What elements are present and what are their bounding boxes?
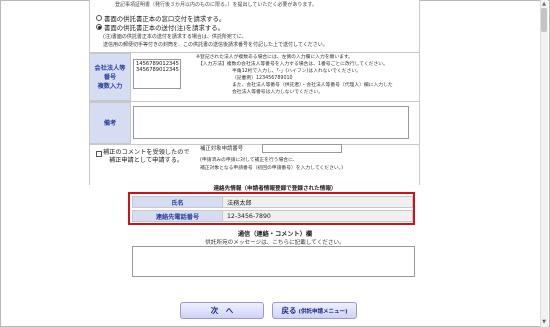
corp-hint-6: 会社法人等番号は入力しないでください。 [232, 90, 323, 95]
divider [89, 52, 420, 53]
corp-number-value: 3456789012345 [136, 67, 179, 73]
correction-hint-1: (申請済みの申請に対して補正を行う場合に、 [200, 158, 298, 163]
next-button[interactable]: 次 へ [180, 302, 264, 319]
back-button-sublabel: (供託申請メニュー) [298, 308, 348, 315]
contact-phone-label: 連絡先電話番号 [132, 210, 223, 222]
contact-info-highlight: 氏名 法務太郎 連絡先電話番号 12-3456-7890 [128, 192, 415, 225]
corp-number-label-2: 番号 [103, 73, 117, 81]
scrollbar-thumb[interactable] [541, 8, 547, 32]
remarks-textarea[interactable] [133, 106, 409, 139]
communication-textarea[interactable] [132, 246, 415, 277]
communication-title: 通信（連絡・コメント）欄 [237, 231, 313, 238]
correction-hint-2: 補正対象となる申請番号（初回の申請番号）を入力してください。) [200, 166, 343, 171]
correction-number-input[interactable] [262, 144, 342, 153]
corp-number-textarea[interactable]: 1456789012345 3456789012345 [133, 59, 181, 89]
contact-name-value: 法務太郎 [223, 196, 413, 208]
corp-hint-3: 半角12桁で入力し、「-」(ハイフン)は入れないでください。 [232, 69, 361, 74]
radio-mail-label: 書面の供託書正本の送付(注)を請求する。 [104, 23, 225, 32]
corp-number-label: 会社法人等 番号 複数入力 [89, 53, 131, 101]
delivery-note-1: (注)書面の供託書正本の送付を請求する場合は、供託所宛てに、 [103, 34, 247, 40]
correction-label-1: 補正のコメントを受領したので [103, 149, 190, 156]
radio-window-label: 書面の供託書正本の窓口交付を請求する。 [104, 14, 226, 23]
back-button-label: 戻る [281, 306, 297, 315]
divider [89, 101, 420, 102]
correction-checkbox[interactable] [96, 151, 102, 157]
divider [89, 144, 420, 145]
radio-button[interactable] [96, 15, 102, 21]
contact-name-row: 氏名 法務太郎 [132, 196, 413, 208]
back-button[interactable]: 戻る (供託申請メニュー) [272, 302, 357, 319]
communication-subtitle: 供託所宛のメッセージは、こちらに記載してください。 [205, 240, 345, 246]
contact-name-label: 氏名 [132, 196, 223, 208]
radio-window-delivery[interactable]: 書面の供託書正本の窓口交付を請求する。 [96, 14, 226, 23]
contact-phone-value: 12-3456-7890 [223, 210, 413, 222]
corp-hint-2: 【入力方法】複数の会社法人等番号を入力する場合は、1番号ごとに改行してください。 [198, 62, 388, 67]
contact-phone-row: 連絡先電話番号 12-3456-7890 [132, 210, 413, 222]
scroll-down-icon[interactable]: ▼ [541, 319, 547, 325]
next-button-label: 次 へ [210, 306, 234, 315]
top-note: 登記事項証明書（発行後３か月以内のものに限る。）を提出していただく必要があります… [115, 2, 317, 8]
remarks-label: 備考 [89, 102, 131, 144]
scroll-up-icon[interactable]: ▲ [541, 1, 547, 7]
corp-hint-1: ※登記された法人が複数ある場合には、左側の入力欄に入力を願います。 [196, 55, 354, 60]
contact-title: 連絡先情報（申請者情報登録で登録された情報） [213, 186, 337, 192]
correction-label-2: 補正申請として申請する。 [109, 157, 184, 164]
corp-hint-4: （記載例）123456789010 [232, 76, 293, 81]
vertical-scrollbar[interactable] [540, 0, 548, 327]
delivery-note-2: 送信用の郵便切手等付きの封筒を、この供託書の送信後請求番号を付記した上で送付して… [103, 42, 328, 48]
radio-mail-delivery[interactable]: 書面の供託書正本の送付(注)を請求する。 [96, 23, 225, 32]
corp-hint-5: また、会社法人等番号（供託者）・会社法人等番号（代理人）欄に入力した [232, 83, 393, 88]
correction-checkbox-label: 補正のコメントを受領したので 補正申請として申請する。 [103, 149, 190, 165]
corp-number-label-1: 会社法人等 [94, 64, 126, 72]
radio-button-selected[interactable] [96, 24, 102, 30]
correction-field-label: 補正対象申請番号 [200, 146, 244, 152]
corp-number-label-3: 複数入力 [97, 82, 123, 90]
